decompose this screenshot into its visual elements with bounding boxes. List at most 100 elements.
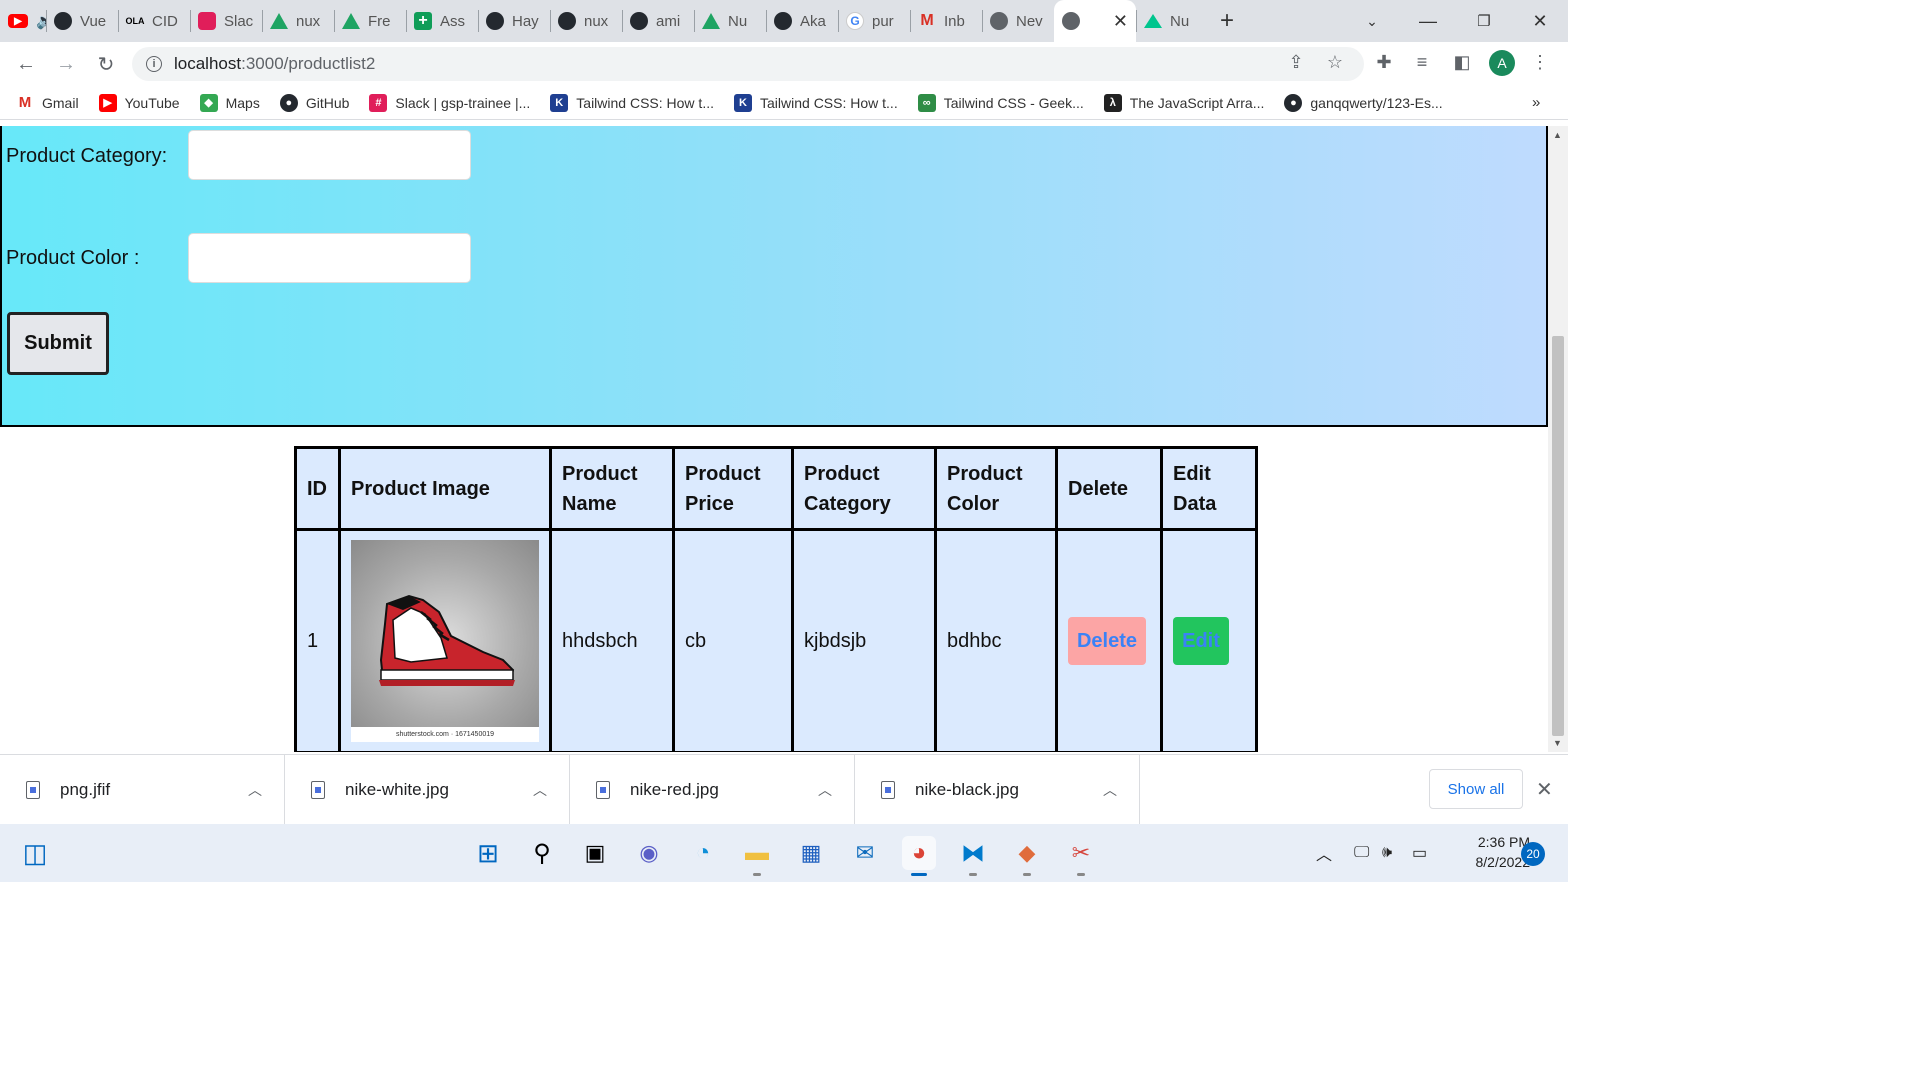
more-bookmarks-icon[interactable]: »: [1532, 94, 1540, 111]
minimize-button[interactable]: —: [1400, 0, 1456, 42]
globe-icon: [1062, 12, 1080, 30]
bookmark-item[interactable]: K Tailwind CSS: How t...: [550, 93, 714, 112]
bookmark-item[interactable]: ∞ Tailwind CSS - Geek...: [917, 93, 1084, 112]
tab-pur[interactable]: Gpur: [838, 0, 910, 42]
tab-nux-2[interactable]: nux: [550, 0, 622, 42]
close-window-button[interactable]: ✕: [1512, 0, 1568, 42]
tab-label: Vue: [80, 12, 107, 30]
edge-icon[interactable]: ◔: [686, 836, 720, 870]
close-icon[interactable]: ✕: [1536, 777, 1553, 802]
chevron-up-icon[interactable]: ︿: [818, 780, 832, 800]
tab-label: Nu: [728, 12, 748, 30]
search-icon[interactable]: ⚲: [525, 836, 559, 870]
bookmark-item[interactable]: ▶ YouTube: [98, 93, 180, 112]
tab-nuxt[interactable]: Nu: [1136, 0, 1208, 42]
widgets-icon[interactable]: ◫: [18, 836, 52, 870]
show-all-button[interactable]: Show all: [1429, 769, 1523, 809]
scroll-thumb[interactable]: [1552, 336, 1564, 736]
download-item[interactable]: nike-black.jpg ︿: [855, 754, 1140, 825]
tab-hay[interactable]: Hay: [478, 0, 550, 42]
volume-icon[interactable]: 🕪: [1382, 824, 1392, 882]
mute-icon[interactable]: 🔈: [36, 12, 46, 30]
tab-ami[interactable]: ami: [622, 0, 694, 42]
tab-ass[interactable]: + Ass: [406, 0, 478, 42]
network-icon[interactable]: 🖵: [1354, 824, 1369, 882]
media-control-icon[interactable]: ≡: [1408, 48, 1436, 76]
tab-nux[interactable]: nux: [262, 0, 334, 42]
chat-icon[interactable]: ◉: [632, 836, 666, 870]
reload-button[interactable]: ↻: [86, 44, 126, 84]
header-category: Product Category: [791, 446, 937, 531]
address-bar[interactable]: i localhost:3000/productlist2: [132, 47, 1364, 81]
page-scrollbar[interactable]: ▲ ▼: [1548, 126, 1568, 752]
more-menu-icon[interactable]: ⋮: [1526, 48, 1554, 76]
tab-active[interactable]: ✕: [1054, 0, 1136, 42]
site-info-icon[interactable]: i: [146, 56, 162, 72]
scroll-up-arrow-icon[interactable]: ▲: [1553, 130, 1562, 140]
store-icon[interactable]: ▦: [794, 836, 828, 870]
maps-icon: ◆: [199, 93, 218, 112]
chevron-up-icon[interactable]: ︿: [248, 780, 262, 800]
header-name: Product Name: [549, 446, 675, 531]
download-item[interactable]: png.jfif ︿: [0, 754, 285, 825]
tab-label: Slac: [224, 12, 254, 30]
bookmark-item[interactable]: M Gmail: [16, 94, 79, 112]
bookmark-item[interactable]: ● GitHub: [279, 93, 349, 112]
chrome-icon[interactable]: ◕: [902, 836, 936, 876]
chevron-up-icon[interactable]: ︿: [533, 780, 547, 800]
bookmark-item[interactable]: λ The JavaScript Arra...: [1103, 93, 1264, 112]
download-item[interactable]: nike-red.jpg ︿: [570, 754, 855, 825]
file-explorer-icon[interactable]: ▬: [740, 836, 774, 876]
tab-aka[interactable]: Aka: [766, 0, 838, 42]
tab-fre[interactable]: Fre: [334, 0, 406, 42]
system-clock[interactable]: 2:36 PM 8/2/2022: [1440, 832, 1531, 872]
bookmark-star-icon[interactable]: ☆: [1321, 48, 1349, 76]
drive-icon: [342, 13, 360, 29]
scroll-down-arrow-icon[interactable]: ▼: [1553, 738, 1562, 748]
bookmark-item[interactable]: # Slack | gsp-trainee |...: [369, 93, 530, 112]
start-icon[interactable]: ⊞: [471, 836, 505, 870]
tab-nev[interactable]: Nev: [982, 0, 1054, 42]
tab-youtube[interactable]: ▶ 🔈: [0, 0, 46, 42]
forward-button[interactable]: →: [46, 44, 86, 84]
tab-slack[interactable]: Slac: [190, 0, 262, 42]
git-icon[interactable]: ◆: [1010, 836, 1044, 876]
new-tab-button[interactable]: +: [1220, 7, 1234, 35]
snipping-tool-icon[interactable]: ✂: [1064, 836, 1098, 876]
header-price: Product Price: [672, 446, 794, 531]
download-filename: png.jfif: [60, 779, 111, 799]
back-button[interactable]: ←: [6, 44, 46, 84]
chevron-up-icon[interactable]: ︿: [1103, 780, 1117, 800]
tab-label: Fre: [368, 12, 391, 30]
tab-nu[interactable]: Nu: [694, 0, 766, 42]
share-icon[interactable]: ⇪: [1282, 48, 1310, 76]
task-view-icon[interactable]: ▣: [578, 836, 612, 870]
download-item[interactable]: nike-white.jpg ︿: [285, 754, 570, 825]
vscode-icon[interactable]: ⧓: [956, 836, 990, 876]
delete-button[interactable]: Delete: [1068, 617, 1146, 665]
color-input[interactable]: [188, 233, 471, 283]
edit-button[interactable]: Edit: [1173, 617, 1229, 665]
tab-inb[interactable]: M Inb: [910, 0, 982, 42]
tray-overflow-icon[interactable]: ︿: [1316, 824, 1332, 882]
bookmark-item[interactable]: ● ganqqwerty/123-Es...: [1284, 93, 1443, 112]
notification-badge[interactable]: 20: [1521, 842, 1545, 866]
youtube-icon: ▶: [8, 14, 28, 28]
close-tab-icon[interactable]: ✕: [1113, 11, 1128, 32]
header-delete: Delete: [1055, 446, 1163, 531]
mail-icon[interactable]: ✉: [848, 836, 882, 870]
tab-label: ami: [656, 12, 681, 30]
tab-label: nux: [296, 12, 321, 30]
profile-avatar[interactable]: A: [1489, 50, 1515, 76]
tab-cid[interactable]: OLA CID: [118, 0, 190, 42]
tab-vue[interactable]: Vue: [46, 0, 118, 42]
battery-icon[interactable]: ▭: [1412, 824, 1427, 882]
extensions-icon[interactable]: ✚: [1370, 48, 1398, 76]
submit-button[interactable]: Submit: [7, 312, 109, 375]
tab-search-icon[interactable]: ⌄: [1344, 0, 1400, 42]
bookmark-item[interactable]: K Tailwind CSS: How t...: [734, 93, 898, 112]
side-panel-icon[interactable]: ◧: [1448, 48, 1476, 76]
category-input[interactable]: [188, 130, 471, 180]
restore-button[interactable]: ❐: [1456, 0, 1512, 42]
bookmark-item[interactable]: ◆ Maps: [199, 93, 260, 112]
